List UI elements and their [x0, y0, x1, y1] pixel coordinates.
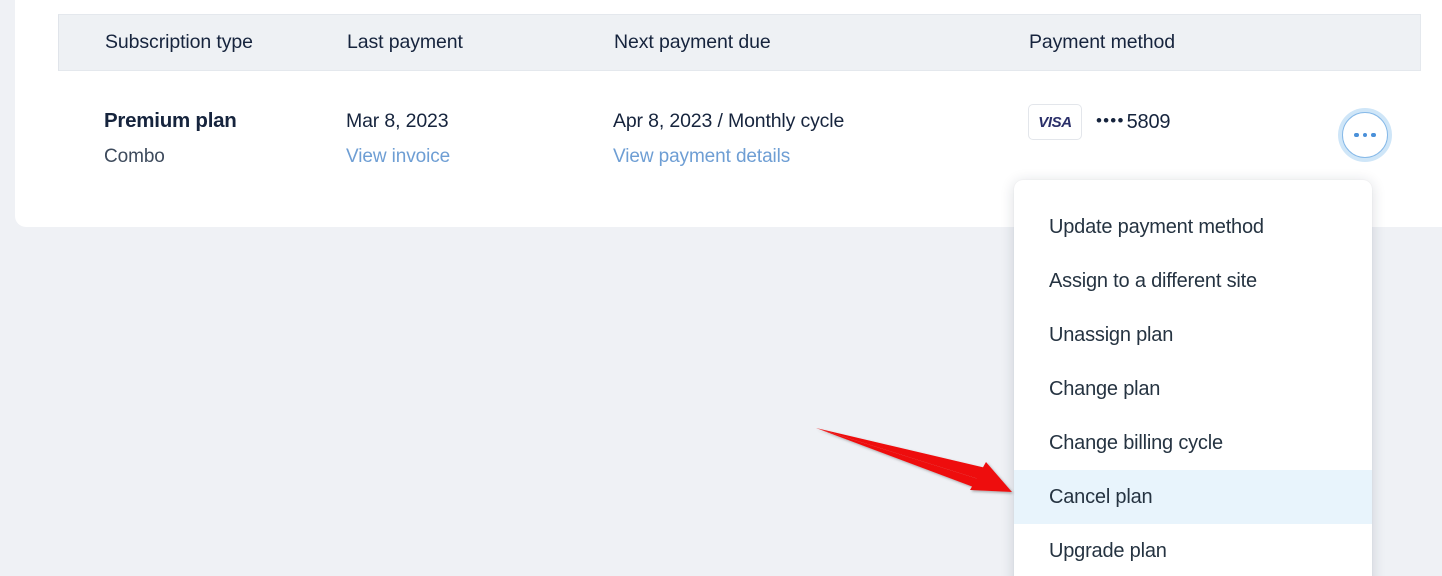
row-more-actions-button[interactable]: [1342, 112, 1388, 158]
visa-card-icon: VISA: [1028, 104, 1082, 140]
card-number-masked: •••• 5809: [1096, 110, 1171, 134]
row-actions-menu: Update payment method Assign to a differ…: [1014, 180, 1372, 576]
payment-method-display: VISA •••• 5809: [1028, 104, 1345, 140]
menu-item-label: Assign to a different site: [1049, 269, 1257, 292]
plan-name: Premium plan: [104, 109, 237, 132]
table-header-row: Subscription type Last payment Next paym…: [58, 14, 1421, 71]
next-payment-date-and-cycle: Apr 8, 2023 / Monthly cycle: [613, 110, 845, 132]
card-mask-dots: ••••: [1096, 111, 1125, 130]
ellipsis-horizontal-icon: [1354, 132, 1359, 138]
subscription-table: Subscription type Last payment Next paym…: [58, 14, 1421, 169]
menu-item-upgrade-plan[interactable]: Upgrade plan: [1014, 524, 1372, 576]
ellipsis-dot-3: [1371, 132, 1376, 138]
cell-next-payment-due: Apr 8, 2023 / Monthly cycle View payment…: [600, 108, 1015, 169]
menu-item-label: Change plan: [1049, 377, 1161, 400]
plan-detail: Combo: [104, 146, 165, 167]
menu-item-assign-to-a-different-site[interactable]: Assign to a different site: [1014, 254, 1372, 308]
column-header-subscription-type: Subscription type: [105, 31, 253, 53]
menu-item-change-billing-cycle[interactable]: Change billing cycle: [1014, 416, 1372, 470]
menu-item-update-payment-method[interactable]: Update payment method: [1014, 200, 1372, 254]
menu-item-label: Cancel plan: [1049, 485, 1153, 508]
cell-subscription-type: Premium plan Combo: [58, 108, 330, 169]
ellipsis-dot-2: [1362, 132, 1368, 138]
table-row: Premium plan Combo Mar 8, 2023 View invo…: [58, 71, 1421, 169]
last-payment-date: Mar 8, 2023: [346, 110, 449, 132]
menu-item-unassign-plan[interactable]: Unassign plan: [1014, 308, 1372, 362]
column-header-payment-method: Payment method: [1029, 31, 1176, 53]
cell-last-payment: Mar 8, 2023 View invoice: [330, 108, 600, 169]
menu-item-cancel-plan[interactable]: Cancel plan: [1014, 470, 1372, 524]
menu-item-label: Unassign plan: [1049, 323, 1174, 346]
view-invoice-link[interactable]: View invoice: [346, 145, 450, 169]
column-header-next-payment-due: Next payment due: [614, 31, 771, 53]
menu-item-label: Change billing cycle: [1049, 431, 1223, 454]
cell-payment-method: VISA •••• 5809: [1015, 104, 1345, 140]
red-arrow-annotation: [816, 428, 1012, 492]
menu-item-label: Upgrade plan: [1049, 539, 1167, 562]
menu-item-change-plan[interactable]: Change plan: [1014, 362, 1372, 416]
menu-item-label: Update payment method: [1049, 215, 1264, 238]
card-brand-label: VISA: [1038, 113, 1072, 131]
card-last4: 5809: [1126, 110, 1171, 133]
column-header-last-payment: Last payment: [347, 31, 463, 53]
view-payment-details-link[interactable]: View payment details: [613, 145, 790, 169]
